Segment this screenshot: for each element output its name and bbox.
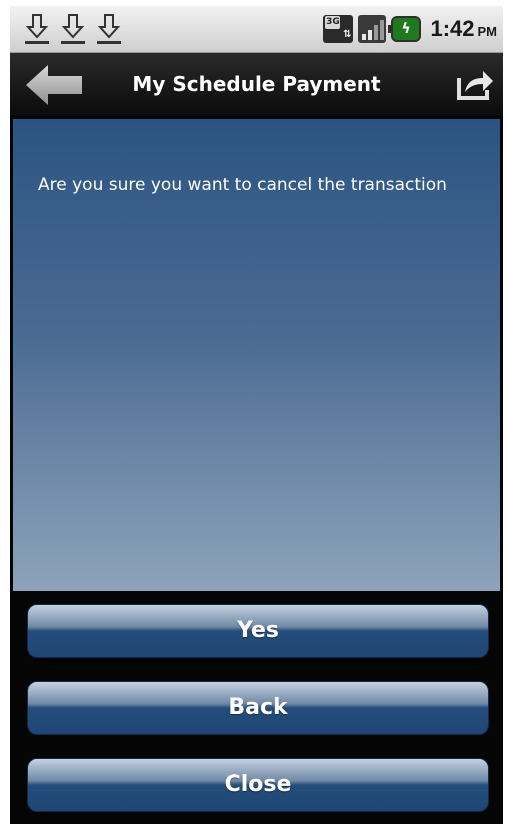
page-title: My Schedule Payment	[132, 72, 381, 96]
close-button[interactable]: Close	[27, 758, 489, 812]
clock-time: 1:42	[430, 16, 475, 41]
download-icon	[97, 14, 121, 44]
status-indicators: 3G ⇅ ϟ 1:42 PM	[323, 13, 497, 45]
download-icon	[25, 14, 49, 44]
status-clock: 1:42 PM	[430, 16, 497, 42]
clock-ampm: PM	[477, 24, 498, 39]
back-button[interactable]: Back	[27, 681, 489, 735]
3g-network-icon: 3G ⇅	[323, 15, 354, 43]
download-icon	[61, 14, 85, 44]
title-bar: My Schedule Payment	[10, 53, 503, 116]
yes-button[interactable]: Yes	[27, 604, 489, 658]
confirmation-panel: Are you sure you want to cancel the tran…	[13, 119, 500, 591]
battery-charging-icon: ϟ	[388, 16, 422, 42]
status-bar: 3G ⇅ ϟ 1:42 PM	[10, 6, 503, 53]
confirmation-message: Are you sure you want to cancel the tran…	[38, 175, 447, 195]
phone-screen: 3G ⇅ ϟ 1:42 PM My Schedule Payment Are y…	[10, 6, 503, 824]
network-type-label: 3G	[325, 16, 341, 29]
data-arrows-icon: ⇅	[343, 29, 352, 40]
share-icon[interactable]	[455, 66, 495, 102]
signal-icon	[358, 15, 387, 43]
